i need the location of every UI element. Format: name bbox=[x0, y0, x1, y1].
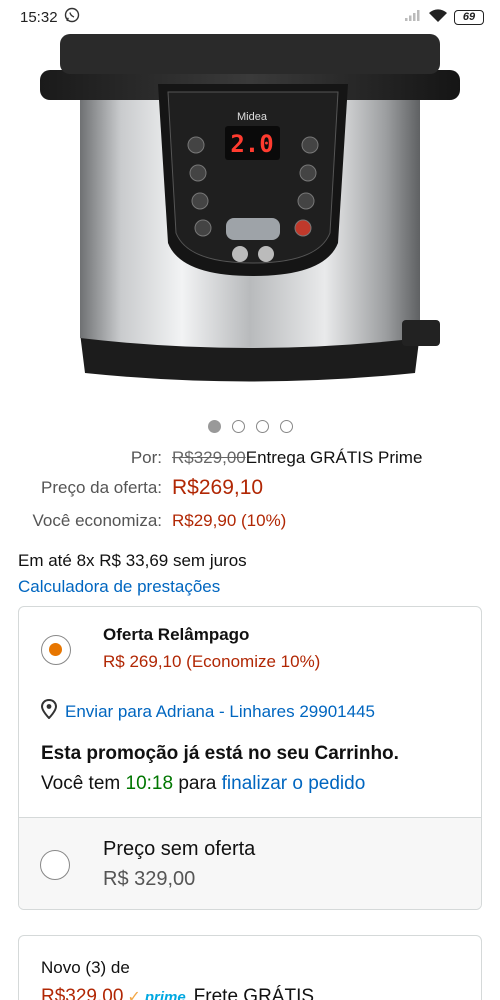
original-price: R$329,00 bbox=[172, 448, 246, 467]
status-time: 15:32 bbox=[20, 8, 58, 26]
por-label: Por: bbox=[130, 448, 162, 467]
ship-to-link[interactable]: Enviar para Adriana - Linhares 29901445 bbox=[40, 698, 375, 724]
prime-check-icon: ✓ bbox=[127, 989, 141, 1000]
price-row-savings: Você economiza: R$29,90 (10%) bbox=[0, 511, 500, 537]
cooker-display-value: 2.0 bbox=[230, 130, 273, 158]
no-offer-option[interactable]: Preço sem oferta R$ 329,00 bbox=[19, 817, 481, 909]
timer-middle: para bbox=[178, 773, 217, 794]
no-offer-radio[interactable] bbox=[40, 850, 70, 880]
promo-notice: Esta promoção já está no seu Carrinho. bbox=[41, 743, 399, 764]
lightning-offer-price: R$ 269,10 (Economize 10%) bbox=[103, 652, 321, 671]
lightning-offer-radio[interactable] bbox=[41, 635, 71, 665]
new-offers-box[interactable]: Novo (3) de R$329,00 ✓ prime Frete GRÁTI… bbox=[18, 935, 482, 1000]
new-offers-shipping: Frete GRÁTIS bbox=[193, 986, 315, 1000]
carousel-dot[interactable] bbox=[279, 420, 293, 433]
signal-icon bbox=[404, 8, 422, 26]
offer-price-label: Preço da oferta: bbox=[41, 478, 162, 497]
delivery-info: Entrega GRÁTIS Prime bbox=[245, 448, 423, 467]
carousel-dots[interactable] bbox=[0, 420, 500, 433]
price-original-value: R$329,00Entrega GRÁTIS Prime bbox=[172, 448, 422, 468]
no-offer-price: R$ 329,00 bbox=[103, 868, 196, 890]
battery-icon: 69 bbox=[454, 9, 484, 25]
price-row-original: Por: R$329,00Entrega GRÁTIS Prime bbox=[0, 448, 500, 474]
timer-line: Você tem 10:18 para finalizar o pedido bbox=[41, 773, 365, 795]
timer-prefix: Você tem bbox=[41, 773, 121, 794]
calculator-link[interactable]: Calculadora de prestações bbox=[18, 577, 220, 597]
offer-box: Oferta Relâmpago R$ 269,10 (Economize 10… bbox=[18, 606, 482, 910]
ship-to-text: Enviar para Adriana - Linhares 29901445 bbox=[65, 701, 375, 721]
lightning-offer-title: Oferta Relâmpago bbox=[103, 625, 250, 644]
savings-label: Você economiza: bbox=[32, 511, 162, 530]
prime-badge: prime bbox=[144, 989, 186, 1000]
whatsapp-icon bbox=[64, 7, 80, 27]
brand-logo: Midea bbox=[237, 111, 268, 123]
timer-value: 10:18 bbox=[125, 773, 174, 794]
price-row-offer: Preço da oferta: R$269,10 bbox=[0, 476, 500, 504]
carousel-dot[interactable] bbox=[207, 420, 221, 433]
offer-price: R$269,10 bbox=[172, 476, 264, 499]
new-offers-label: Novo (3) de bbox=[41, 958, 130, 977]
carousel-dot[interactable] bbox=[255, 420, 269, 433]
installments-text: Em até 8x R$ 33,69 sem juros bbox=[18, 551, 247, 570]
new-offers-row: R$329,00 ✓ prime Frete GRÁTIS bbox=[41, 986, 314, 1000]
finalize-order-link[interactable]: finalizar o pedido bbox=[222, 773, 366, 794]
wifi-icon bbox=[428, 8, 448, 27]
no-offer-label: Preço sem oferta bbox=[103, 838, 256, 860]
savings-value: R$29,90 (10%) bbox=[172, 511, 287, 530]
location-pin-icon bbox=[40, 698, 58, 724]
new-offers-price: R$329,00 bbox=[41, 986, 124, 1000]
carousel-dot[interactable] bbox=[231, 420, 245, 433]
product-image[interactable]: 2.0 Midea bbox=[0, 28, 500, 408]
